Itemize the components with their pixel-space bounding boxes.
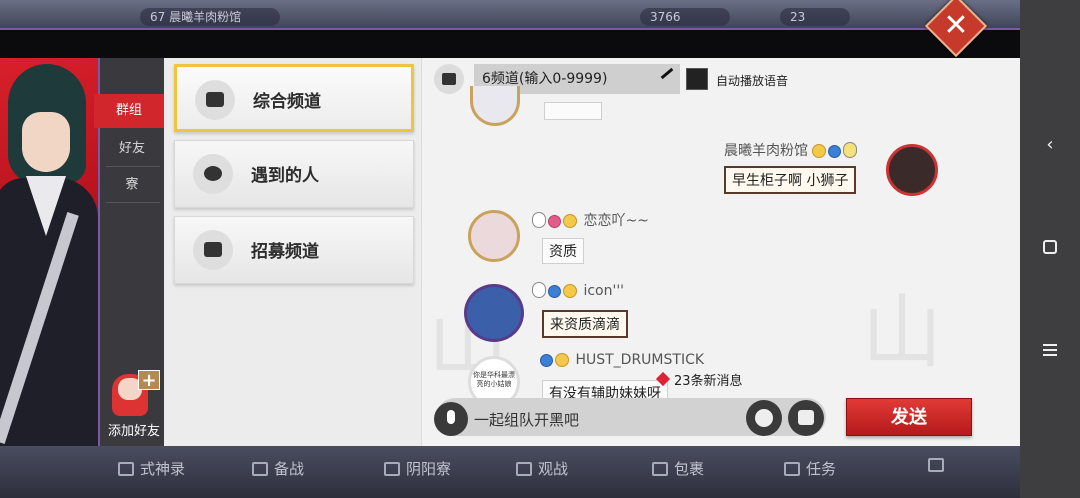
level-badge-icon — [532, 212, 546, 228]
emoji-button[interactable] — [746, 400, 782, 436]
player-level: 67 — [150, 10, 166, 24]
message-bubble: 资质 — [542, 238, 584, 264]
send-button[interactable]: 发送 — [846, 398, 972, 436]
currency-jade-value: 3766 — [650, 10, 681, 24]
channel-recruit[interactable]: 招募频道 — [174, 216, 414, 284]
add-friend-label: 添加好友 — [107, 424, 160, 439]
home-icon[interactable] — [1020, 238, 1080, 259]
list-icon — [928, 458, 944, 472]
gender-icon — [540, 354, 553, 367]
rank-badge-icon — [563, 214, 577, 228]
swords-icon — [252, 461, 268, 476]
channel-switch-icon[interactable] — [434, 64, 464, 94]
character-portrait — [0, 58, 98, 446]
gender-icon — [828, 145, 842, 158]
system-nav-bar: ‹ — [1020, 0, 1080, 498]
message-user: HUST_DRUMSTICK — [540, 352, 704, 368]
rank-badge-icon — [812, 144, 827, 158]
bottom-tab-guild[interactable]: 阴阳寮 — [384, 458, 451, 479]
avatar[interactable] — [464, 284, 524, 342]
gender-icon — [548, 285, 561, 298]
gate-icon — [384, 461, 400, 476]
bottom-tab-label: 包裹 — [674, 460, 705, 478]
channel-label: 综合频道 — [253, 92, 321, 112]
bag-icon — [652, 461, 668, 476]
book-icon — [118, 461, 134, 476]
smiley-icon — [755, 409, 773, 427]
bottom-tab-label: 任务 — [806, 460, 837, 478]
rank-badge-icon — [563, 284, 577, 298]
bottom-menu-button[interactable] — [928, 458, 944, 472]
game-bottom-bar: 式神录 备战 阴阳寮 观战 包裹 任务 — [0, 446, 1020, 498]
channel-met-people[interactable]: 遇到的人 — [174, 140, 414, 208]
rank-badge-icon — [555, 353, 569, 367]
channel-label: 招募频道 — [251, 242, 319, 262]
sidenav-item-groups[interactable]: 群组 — [94, 94, 164, 128]
currency-jade: 3766 — [640, 8, 730, 26]
bottom-tab-prepare[interactable]: 备战 — [252, 458, 304, 479]
autoplay-voice-checkbox[interactable] — [686, 68, 708, 90]
bomb-icon — [193, 154, 233, 194]
sidenav-item-friends[interactable]: 好友 — [100, 132, 164, 166]
message-user: icon''' — [532, 282, 624, 299]
sticker-button[interactable] — [788, 400, 824, 436]
scroll-icon — [784, 461, 800, 476]
bottom-tab-quest[interactable]: 任务 — [784, 458, 836, 479]
message-user: 晨曦羊肉粉馆 — [724, 140, 859, 160]
close-icon[interactable]: ✕ — [936, 8, 976, 44]
player-info: 67 晨曦羊肉粉馆 — [140, 8, 280, 26]
eye-icon — [516, 461, 532, 476]
microphone-button[interactable] — [434, 402, 468, 436]
message-bubble: 早生柜子啊 小狮子 — [724, 166, 857, 194]
chat-header-band — [0, 28, 1020, 58]
menu-icon[interactable] — [1020, 340, 1080, 361]
bottom-tab-label: 阴阳寮 — [406, 460, 452, 478]
level-badge-icon — [532, 282, 546, 298]
bottom-tab-label: 观战 — [538, 460, 569, 478]
chat-icon — [195, 80, 235, 120]
new-messages-label: 23条新消息 — [674, 374, 743, 389]
currency-stamina-value: 23 — [790, 10, 806, 24]
channel-list: 综合频道 遇到的人 招募频道 — [164, 58, 422, 446]
bottom-tab-label: 式神录 — [140, 460, 186, 478]
microphone-icon — [447, 410, 455, 424]
avatar[interactable] — [470, 86, 520, 126]
channel-number-value: 6频道(输入0-9999) — [482, 71, 608, 87]
avatar[interactable] — [468, 210, 520, 262]
plus-icon: + — [138, 370, 160, 391]
new-messages-indicator[interactable]: 23条新消息 — [655, 370, 743, 389]
add-friend-button[interactable]: + 添加好友 — [102, 366, 164, 446]
message-bubble: 来资质滴滴 — [542, 310, 628, 338]
gender-icon — [548, 215, 561, 228]
plus-box-icon — [193, 230, 233, 270]
message-user: 恋恋吖~~ — [532, 210, 649, 230]
sticker-icon — [798, 410, 814, 425]
message-bubble-partial — [544, 102, 602, 120]
autoplay-voice-label: 自动播放语音 — [716, 74, 789, 88]
sidenav: 群组 好友 寮 + 添加好友 — [94, 58, 164, 446]
player-name: 晨曦羊肉粉馆 — [169, 10, 242, 24]
pencil-icon — [660, 67, 674, 80]
heart-icon — [655, 371, 671, 387]
chat-area: 山 山 6频道(输入0-9999) 自动播放语音 晨曦羊肉粉馆 早生柜子啊 小狮… — [422, 58, 1020, 446]
chat-input[interactable] — [474, 408, 744, 430]
bottom-tab-bag[interactable]: 包裹 — [652, 458, 704, 479]
chat-panel: 群组 好友 寮 + 添加好友 综合频道 遇到的人 招募频道 山 山 6频道(输入… — [0, 58, 1020, 446]
level-badge-icon — [843, 142, 858, 158]
sidenav-item-guild[interactable]: 寮 — [100, 168, 164, 202]
bottom-tab-label: 备战 — [274, 460, 305, 478]
back-icon[interactable]: ‹ — [1020, 134, 1080, 155]
bottom-tab-spectate[interactable]: 观战 — [516, 458, 568, 479]
channel-general[interactable]: 综合频道 — [174, 64, 414, 132]
currency-stamina: 23 — [780, 8, 850, 26]
channel-label: 遇到的人 — [251, 166, 319, 186]
avatar[interactable] — [886, 144, 938, 196]
bottom-tab-shikigami[interactable]: 式神录 — [118, 458, 185, 479]
